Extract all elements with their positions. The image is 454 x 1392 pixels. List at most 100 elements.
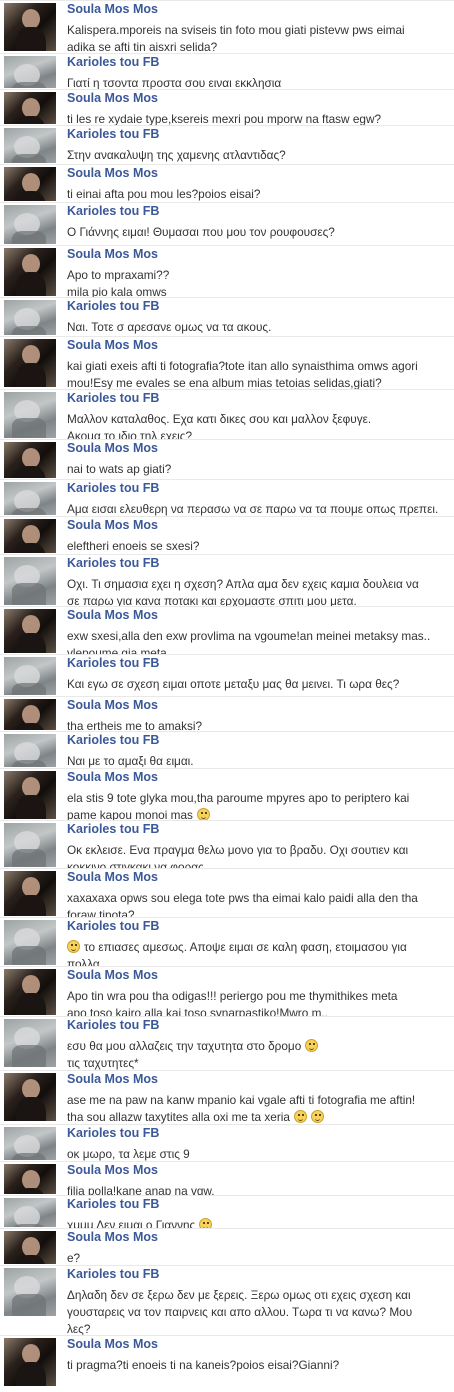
message-row: Soula Mos Mos ase me na paw na kanw mpani… <box>0 1070 454 1124</box>
message-row: Karioles tou FB Αμα εισαι ελευθερη να περ… <box>0 479 454 516</box>
avatar[interactable] <box>4 1338 56 1386</box>
sender-name[interactable]: Soula Mos Mos <box>67 91 158 105</box>
avatar[interactable] <box>4 969 56 1015</box>
avatar[interactable] <box>4 771 56 819</box>
message-row: Karioles tou FB χμμμ Δεν ειμαι ο Γιαννης <box>0 1195 454 1232</box>
sender-name[interactable]: Soula Mos Mos <box>67 608 158 622</box>
message-row: Soula Mos Mos ti pragma?ti enoeis ti na k… <box>0 1335 454 1392</box>
message-text: Ναι. Τοτε σ αρεσανε ομως να τα ακους. <box>67 319 451 336</box>
message-line: εσυ θα μου αλλαζεις την ταχυτητα στο δρο… <box>67 1038 451 1055</box>
message-line: Kalispera.mporeis na sviseis tin foto mo… <box>67 23 405 37</box>
sender-name[interactable]: Karioles tou FB <box>67 481 159 495</box>
message-line: ela stis 9 tote glyka mou,tha paroume mp… <box>67 791 410 805</box>
message-line: Και εγω σε σχεση ειμαι οποτε μεταξυ μας … <box>67 677 400 691</box>
sender-name[interactable]: Karioles tou FB <box>67 556 159 570</box>
message-row: Karioles tou FB Δηλαδη δεν σε ξερω δεν με… <box>0 1265 454 1338</box>
sender-name[interactable]: Soula Mos Mos <box>67 441 158 455</box>
message-row: Karioles tou FB Μαλλον καταλαθος. Εχα κατ… <box>0 389 454 443</box>
message-row: Soula Mos Mos exw sxesi,alla den exw prov… <box>0 606 454 660</box>
sender-name[interactable]: Karioles tou FB <box>67 1267 159 1281</box>
sender-name[interactable]: Soula Mos Mos <box>67 338 158 352</box>
sender-name[interactable]: Soula Mos Mos <box>67 1230 158 1244</box>
sender-name[interactable]: Karioles tou FB <box>67 919 159 933</box>
message-row: Karioles tou FB Γιατί η τσοντα προστα σου… <box>0 53 454 90</box>
avatar[interactable] <box>4 1127 56 1160</box>
sender-name[interactable]: Karioles tou FB <box>67 299 159 313</box>
smile-emoticon-icon <box>293 1110 307 1123</box>
sender-name[interactable]: Karioles tou FB <box>67 733 159 747</box>
avatar[interactable] <box>4 167 56 201</box>
sender-name[interactable]: Soula Mos Mos <box>67 870 158 884</box>
message-text: eleftheri enoeis se sxesi? <box>67 538 451 555</box>
sender-name[interactable]: Karioles tou FB <box>67 1126 159 1140</box>
message-line: Ο Γιάννης ειμαι! Θυμασαι που μου τον ρου… <box>67 225 335 239</box>
sender-name[interactable]: Soula Mos Mos <box>67 518 158 532</box>
message-row: Karioles tou FB Ο Γιάννης ειμαι! Θυμασαι … <box>0 202 454 245</box>
avatar[interactable] <box>4 519 56 553</box>
sender-name[interactable]: Karioles tou FB <box>67 55 159 69</box>
avatar[interactable] <box>4 557 56 605</box>
avatar[interactable] <box>4 56 56 88</box>
avatar[interactable] <box>4 823 56 867</box>
avatar[interactable] <box>4 482 56 515</box>
sender-name[interactable]: Soula Mos Mos <box>67 1337 158 1351</box>
sender-name[interactable]: Karioles tou FB <box>67 391 159 405</box>
message-text: nai to wats ap giati? <box>67 461 451 478</box>
avatar[interactable] <box>4 734 56 767</box>
avatar[interactable] <box>4 1073 56 1121</box>
avatar[interactable] <box>4 392 56 438</box>
avatar[interactable] <box>4 1268 56 1316</box>
avatar[interactable] <box>4 128 56 163</box>
message-text: Kalispera.mporeis na sviseis tin foto mo… <box>67 22 451 56</box>
avatar[interactable] <box>4 205 56 244</box>
message-text: Δηλαδη δεν σε ξερω δεν με ξερεις. Ξερω ο… <box>67 1287 451 1338</box>
avatar[interactable] <box>4 1231 56 1264</box>
message-row: Soula Mos Mos eleftheri enoeis se sxesi? <box>0 516 454 554</box>
message-row: Karioles tou FB Ναι. Τοτε σ αρεσανε ομως … <box>0 297 454 336</box>
avatar[interactable] <box>4 248 56 296</box>
sender-name[interactable]: Soula Mos Mos <box>67 1163 158 1177</box>
smile-emoticon-icon <box>305 1039 319 1052</box>
sender-name[interactable]: Karioles tou FB <box>67 656 159 670</box>
message-text: kai giati exeis afti ti fotografia?tote … <box>67 358 451 392</box>
message-row: Soula Mos Mos xaxaxaxa opws sou elega tot… <box>0 868 454 922</box>
message-line: ase me na paw na kanw mpanio kai vgale a… <box>67 1093 416 1107</box>
message-row: Soula Mos Mos Apo tin wra pou tha odigas!… <box>0 966 454 1020</box>
avatar[interactable] <box>4 609 56 653</box>
avatar[interactable] <box>4 871 56 916</box>
sender-name[interactable]: Soula Mos Mos <box>67 770 158 784</box>
sender-name[interactable]: Soula Mos Mos <box>67 2 158 16</box>
avatar[interactable] <box>4 1019 56 1067</box>
sender-name[interactable]: Karioles tou FB <box>67 822 159 836</box>
avatar[interactable] <box>4 300 56 335</box>
sender-name[interactable]: Soula Mos Mos <box>67 166 158 180</box>
avatar[interactable] <box>4 1164 56 1194</box>
message-line: Δηλαδη δεν σε ξερω δεν με ξερεις. Ξερω ο… <box>67 1288 411 1302</box>
message-line: Οκ εκλεισε. Ενα πραγμα θελω μονο για το … <box>67 843 409 857</box>
message-text: Και εγω σε σχεση ειμαι οποτε μεταξυ μας … <box>67 676 451 693</box>
avatar[interactable] <box>4 657 56 695</box>
avatar[interactable] <box>4 3 56 51</box>
sender-name[interactable]: Karioles tou FB <box>67 1018 159 1032</box>
sender-name[interactable]: Karioles tou FB <box>67 1197 159 1211</box>
message-text: εσυ θα μου αλλαζεις την ταχυτητα στο δρο… <box>67 1038 451 1072</box>
avatar[interactable] <box>4 920 56 965</box>
avatar[interactable] <box>4 339 56 387</box>
sender-name[interactable]: Soula Mos Mos <box>67 968 158 982</box>
avatar[interactable] <box>4 1198 56 1227</box>
message-line-text: το επιασες αμεσως. Αποψε ειμαι σε καλη φ… <box>84 940 407 954</box>
avatar[interactable] <box>4 442 56 478</box>
sender-name[interactable]: Soula Mos Mos <box>67 698 158 712</box>
message-row: Karioles tou FB οκ μωρο, τα λεμε στις 9 <box>0 1124 454 1161</box>
blush-emoticon-icon <box>67 940 80 953</box>
message-line: kai giati exeis afti ti fotografia?tote … <box>67 359 418 373</box>
message-row: Karioles tou FB Οχι. Τι σημασια εχει η σχ… <box>0 554 454 608</box>
sender-name[interactable]: Soula Mos Mos <box>67 247 158 261</box>
sender-name[interactable]: Karioles tou FB <box>67 204 159 218</box>
sender-name[interactable]: Soula Mos Mos <box>67 1072 158 1086</box>
message-text: Οχι. Τι σημασια εχει η σχεση? Απλα αμα δ… <box>67 576 451 610</box>
message-row: Soula Mos Mos Apo to mpraxami?? mila pio k… <box>0 245 454 299</box>
sender-name[interactable]: Karioles tou FB <box>67 127 159 141</box>
avatar[interactable] <box>4 92 56 124</box>
avatar[interactable] <box>4 699 56 730</box>
